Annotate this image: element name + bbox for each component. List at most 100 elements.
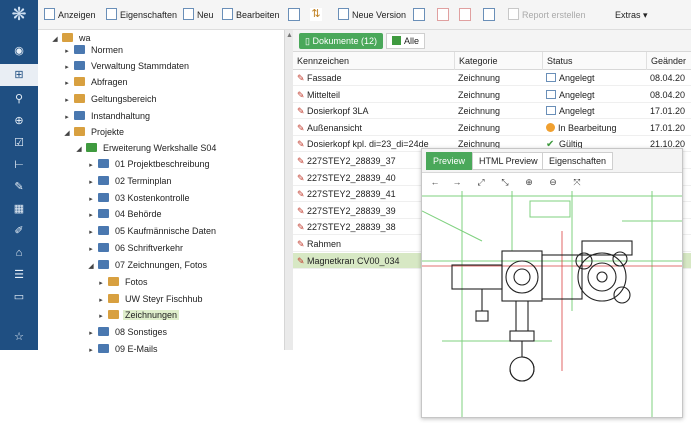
expand-icon[interactable]: ▸ bbox=[86, 343, 96, 359]
dashboard-icon[interactable]: ◉ bbox=[0, 40, 38, 62]
tree-item[interactable]: ◢ 07 Zeichnungen, Fotos bbox=[86, 257, 209, 273]
tree-item-selected[interactable]: ▸ Zeichnungen bbox=[96, 307, 180, 325]
sort-icon[interactable]: ⇅ bbox=[310, 8, 322, 21]
cell-kennzeichen: ✎ Dosierkopf 3LA bbox=[297, 103, 369, 119]
search-icon[interactable]: ⚲ bbox=[0, 88, 38, 110]
collapse-icon[interactable]: ◢ bbox=[62, 126, 72, 142]
expand-icon[interactable]: ▸ bbox=[86, 225, 96, 241]
cell-kennzeichen: ✎ 227STEY2_28839_37 bbox=[297, 153, 396, 169]
drawing-icon: ✎ bbox=[297, 172, 305, 183]
expand-icon[interactable]: ▸ bbox=[86, 175, 96, 191]
column-header-kategorie[interactable]: Kategorie bbox=[454, 52, 542, 70]
properties-icon bbox=[106, 8, 117, 20]
fit-icon[interactable]: ⤧ bbox=[570, 175, 584, 189]
edit-icon[interactable]: ✐ bbox=[0, 220, 38, 242]
drawing-icon: ✎ bbox=[297, 255, 305, 266]
preview-window: Preview HTML Preview Eigenschaften ← → ⤢… bbox=[421, 148, 683, 418]
copy-icon[interactable] bbox=[483, 8, 495, 21]
pdf-icon[interactable] bbox=[437, 8, 449, 21]
status-label: In Bearbeitung bbox=[558, 122, 617, 133]
zoom-search-icon[interactable]: ⊕ bbox=[0, 110, 38, 132]
cell-status: Angelegt bbox=[546, 87, 595, 103]
drawing-icon: ✎ bbox=[297, 239, 305, 249]
collapse-icon[interactable]: ◢ bbox=[50, 32, 60, 48]
column-header-kennzeichen[interactable]: Kennzeichen bbox=[293, 52, 454, 70]
tree-item[interactable]: ▸ Verwaltung Stammdaten bbox=[62, 58, 191, 74]
tree-item[interactable]: ▸ 05 Kaufmännische Daten bbox=[86, 223, 218, 239]
chart-icon[interactable] bbox=[413, 8, 425, 21]
cell-kennzeichen: ✎ 227STEY2_28839_40 bbox=[297, 170, 396, 186]
tree-item[interactable]: ◢ Erweiterung Werkshalle S04 bbox=[74, 140, 218, 156]
star-icon[interactable]: ☆ bbox=[0, 326, 38, 348]
pen-icon[interactable]: ✎ bbox=[0, 176, 38, 198]
graduation-icon[interactable]: ⌂ bbox=[0, 242, 38, 264]
expand-icon[interactable]: ▸ bbox=[86, 326, 96, 342]
forward-arrow-icon[interactable]: → bbox=[450, 175, 464, 189]
expand-icon[interactable]: ▸ bbox=[86, 242, 96, 258]
zoom-in-icon[interactable]: ⊕ bbox=[522, 175, 536, 189]
anzeigen-button[interactable]: Anzeigen bbox=[44, 8, 96, 22]
export-icon[interactable] bbox=[459, 8, 471, 21]
expand-icon[interactable]: ▸ bbox=[86, 208, 96, 224]
org-chart-icon[interactable]: ⊢ bbox=[0, 154, 38, 176]
expand-icon[interactable]: ▸ bbox=[62, 76, 72, 92]
expand-icon[interactable]: ▸ bbox=[62, 93, 72, 109]
drawing-icon: ✎ bbox=[297, 89, 305, 100]
expand-icon[interactable]: ▸ bbox=[86, 158, 96, 174]
bearbeiten-button[interactable]: Bearbeiten bbox=[222, 8, 280, 22]
card-icon[interactable]: ▭ bbox=[0, 286, 38, 308]
tab-properties[interactable]: Eigenschaften bbox=[542, 152, 614, 170]
tree-item[interactable]: ▸ Normen bbox=[62, 42, 125, 58]
tree-item[interactable]: ▸ 03 Kostenkontrolle bbox=[86, 190, 192, 206]
zoom-out-icon[interactable]: ⊖ bbox=[546, 175, 560, 189]
tree-item[interactable]: ▸ Abfragen bbox=[62, 74, 130, 90]
checklist-icon[interactable]: ☑ bbox=[0, 132, 38, 154]
eigenschaften-button[interactable]: Eigenschaften bbox=[106, 8, 177, 22]
tool-icon bbox=[74, 111, 85, 120]
project-icon bbox=[86, 143, 97, 152]
column-header-status[interactable]: Status bbox=[542, 52, 646, 70]
tree-item[interactable]: ▸ Fotos bbox=[96, 274, 150, 290]
tab-html-preview[interactable]: HTML Preview bbox=[472, 152, 545, 170]
tab-preview[interactable]: Preview bbox=[426, 152, 473, 170]
table-row[interactable]: ✎ Dosierkopf 3LA Zeichnung Angelegt 17.01.20 bbox=[293, 103, 691, 120]
tree-item[interactable]: ▸ 06 Schriftverkehr bbox=[86, 240, 185, 256]
tree-item[interactable]: ▸ 08 Sonstiges bbox=[86, 324, 169, 340]
tree-item[interactable]: ▸ UW Steyr Fischhub bbox=[96, 291, 205, 307]
tree-item[interactable]: ▸ 01 Projektbeschreibung bbox=[86, 156, 212, 172]
cad-drawing-preview[interactable] bbox=[422, 191, 682, 417]
tree-item[interactable]: ▸ Instandhaltung bbox=[62, 108, 152, 124]
neue-version-button[interactable]: Neue Version bbox=[338, 8, 406, 22]
extras-menu[interactable]: Extras ▾ bbox=[615, 8, 648, 22]
app-logo-icon[interactable]: ❋ bbox=[9, 4, 29, 24]
checkin-icon[interactable] bbox=[288, 8, 300, 21]
shrink-icon[interactable]: ⤡ bbox=[498, 175, 512, 189]
tab-documents[interactable]: ▯ Dokumente (12) bbox=[299, 33, 383, 49]
back-arrow-icon[interactable]: ← bbox=[428, 175, 442, 189]
list-icon[interactable]: ☰ bbox=[0, 264, 38, 286]
table-row[interactable]: ✎ Mittelteil Zeichnung Angelegt 08.04.20 bbox=[293, 87, 691, 103]
tree-item[interactable]: ▸ 04 Behörde bbox=[86, 206, 164, 222]
tree-scrollbar[interactable]: ▲ bbox=[284, 30, 293, 350]
tree-item[interactable]: ◢ Projekte bbox=[62, 124, 126, 140]
collapse-icon[interactable]: ◢ bbox=[74, 142, 84, 158]
table-row[interactable]: ✎ Außenansicht Zeichnung In Bearbeitung 17.0… bbox=[293, 120, 691, 136]
tab-all[interactable]: Alle bbox=[386, 33, 426, 49]
expand-icon[interactable]: ▸ bbox=[96, 276, 106, 292]
cell-kategorie: Zeichnung bbox=[458, 122, 501, 133]
column-header-geaendert[interactable]: Geänder bbox=[646, 52, 691, 70]
table-row[interactable]: ✎ Fassade Zeichnung Angelegt 08.04.20 bbox=[293, 70, 691, 86]
tree-item[interactable]: ▸ 09 E-Mails bbox=[86, 341, 160, 357]
collapse-icon[interactable]: ◢ bbox=[86, 259, 96, 275]
status-label: Angelegt bbox=[559, 89, 595, 100]
expand-icon[interactable]: ⤢ bbox=[474, 175, 488, 189]
expand-icon[interactable]: ▸ bbox=[96, 309, 106, 325]
edit-doc-icon bbox=[222, 8, 233, 20]
tree-item[interactable]: ▸ 02 Terminplan bbox=[86, 173, 173, 189]
hierarchy-icon[interactable]: ⊞ bbox=[0, 64, 38, 86]
neu-button[interactable]: Neu bbox=[183, 8, 214, 22]
tree-item[interactable]: ▸ Geltungsbereich bbox=[62, 91, 159, 107]
scroll-up-icon[interactable]: ▲ bbox=[286, 32, 293, 39]
report-erstellen-button[interactable]: Report erstellen bbox=[508, 8, 586, 22]
grid-icon[interactable]: ▦ bbox=[0, 198, 38, 220]
